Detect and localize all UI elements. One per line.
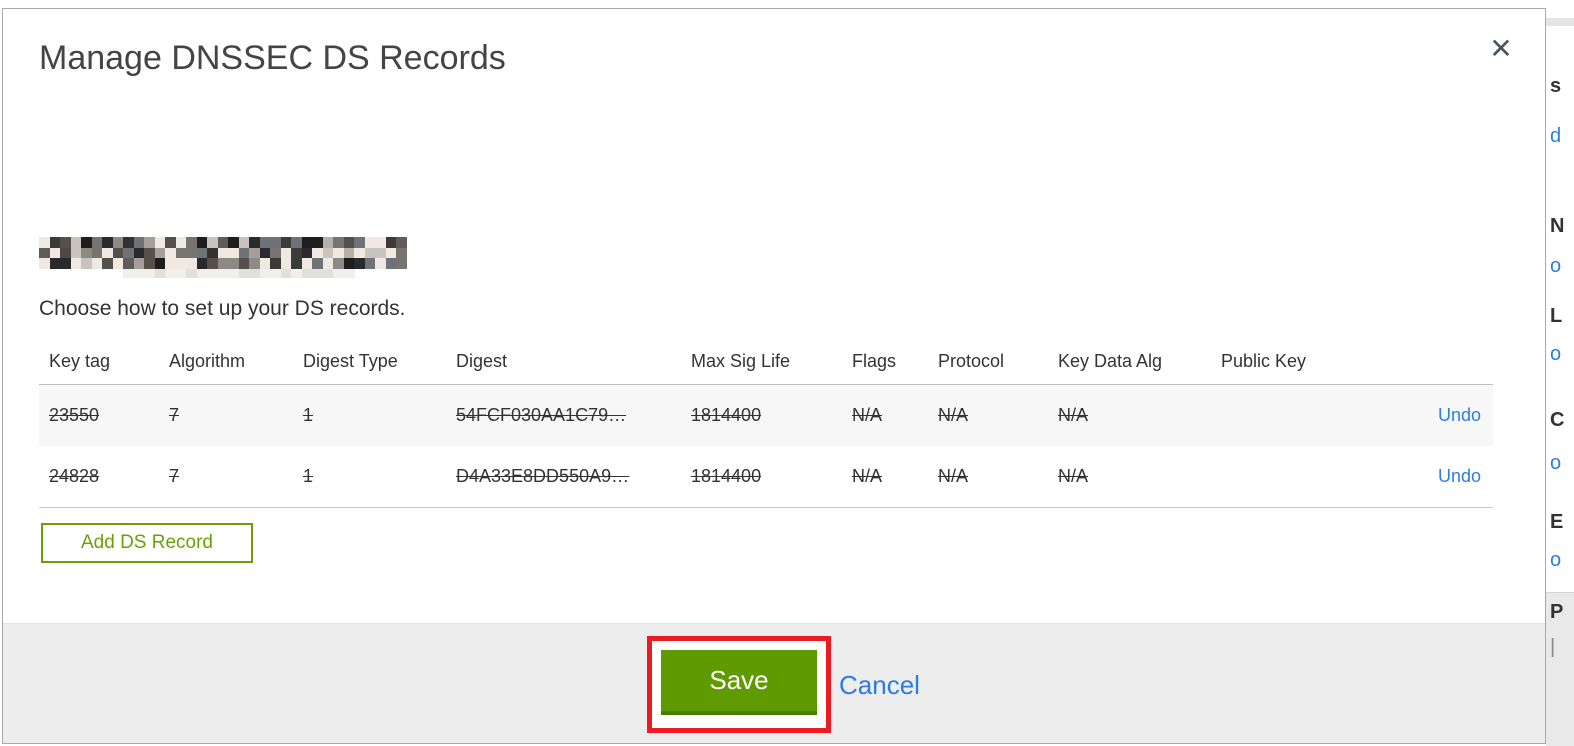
background-text-fragment: s: [1550, 75, 1562, 97]
cell-max-sig-life: 1814400: [691, 405, 762, 425]
close-icon[interactable]: ✕: [1483, 31, 1519, 67]
col-header-algorithm: Algorithm: [169, 351, 246, 371]
domain-name-redacted: [39, 228, 409, 278]
red-annotation-box: Save: [647, 636, 831, 733]
col-header-protocol: Protocol: [938, 351, 1005, 371]
cell-key-tag: 23550: [49, 405, 100, 425]
manage-dnssec-modal: Manage DNSSEC DS Records ✕ Choose how to…: [2, 8, 1546, 744]
cell-key-tag: 24828: [49, 466, 100, 486]
cell-key-data-alg: N/A: [1058, 466, 1089, 486]
cell-flags: N/A: [852, 466, 883, 486]
col-header-max-sig-life: Max Sig Life: [691, 351, 791, 371]
background-text-fragment: o: [1550, 343, 1562, 365]
add-ds-record-button[interactable]: Add DS Record: [41, 523, 253, 563]
cell-protocol: N/A: [938, 466, 969, 486]
cell-flags: N/A: [852, 405, 883, 425]
cell-algorithm: 7: [169, 405, 180, 425]
table-row: 23550 7 1 54FCF030AA1C79… 1814400 N/A N/…: [39, 385, 1493, 446]
background-text-fragment: o: [1550, 255, 1562, 277]
instruction-text: Choose how to set up your DS records.: [39, 297, 406, 320]
background-text-fragment: C: [1550, 409, 1565, 431]
cell-digest-type: 1: [303, 466, 314, 486]
save-button[interactable]: Save: [661, 650, 817, 715]
background-text-fragment: o: [1550, 452, 1562, 474]
background-text-fragment: L: [1550, 305, 1563, 327]
col-header-flags: Flags: [852, 351, 897, 371]
col-header-public-key: Public Key: [1221, 351, 1307, 371]
cell-key-data-alg: N/A: [1058, 405, 1089, 425]
cell-digest: 54FCF030AA1C79…: [456, 405, 627, 425]
background-text-fragment: o: [1550, 549, 1562, 571]
background-text-fragment: d: [1550, 125, 1562, 147]
cell-protocol: N/A: [938, 405, 969, 425]
cell-actions: Undo: [1413, 466, 1493, 487]
cell-digest-type: 1: [303, 405, 314, 425]
table-row: 24828 7 1 D4A33E8DD550A9… 1814400 N/A N/…: [39, 446, 1493, 508]
background-text-fragment: N: [1550, 215, 1565, 237]
table-header-row: Key tag Algorithm Digest Type Digest Max…: [39, 339, 1493, 385]
ds-records-table: Key tag Algorithm Digest Type Digest Max…: [39, 339, 1493, 508]
background-divider: [1546, 18, 1574, 26]
undo-link[interactable]: Undo: [1438, 466, 1481, 486]
undo-link[interactable]: Undo: [1438, 405, 1481, 425]
col-header-digest-type: Digest Type: [303, 351, 398, 371]
cell-algorithm: 7: [169, 466, 180, 486]
col-header-key-tag: Key tag: [49, 351, 111, 371]
col-header-key-data-alg: Key Data Alg: [1058, 351, 1163, 371]
cell-actions: Undo: [1413, 405, 1493, 426]
background-text-fragment: P: [1550, 601, 1564, 623]
col-header-digest: Digest: [456, 351, 508, 371]
modal-footer: Save Cancel: [3, 623, 1545, 743]
background-page-sliver: s d No Lo Co Eo P |: [1546, 0, 1574, 746]
cell-digest: D4A33E8DD550A9…: [456, 466, 630, 486]
background-text-fragment: |: [1550, 636, 1556, 658]
background-text-fragment: E: [1550, 511, 1564, 533]
cell-max-sig-life: 1814400: [691, 466, 762, 486]
modal-title: Manage DNSSEC DS Records: [39, 39, 506, 77]
cancel-link[interactable]: Cancel: [839, 670, 920, 701]
